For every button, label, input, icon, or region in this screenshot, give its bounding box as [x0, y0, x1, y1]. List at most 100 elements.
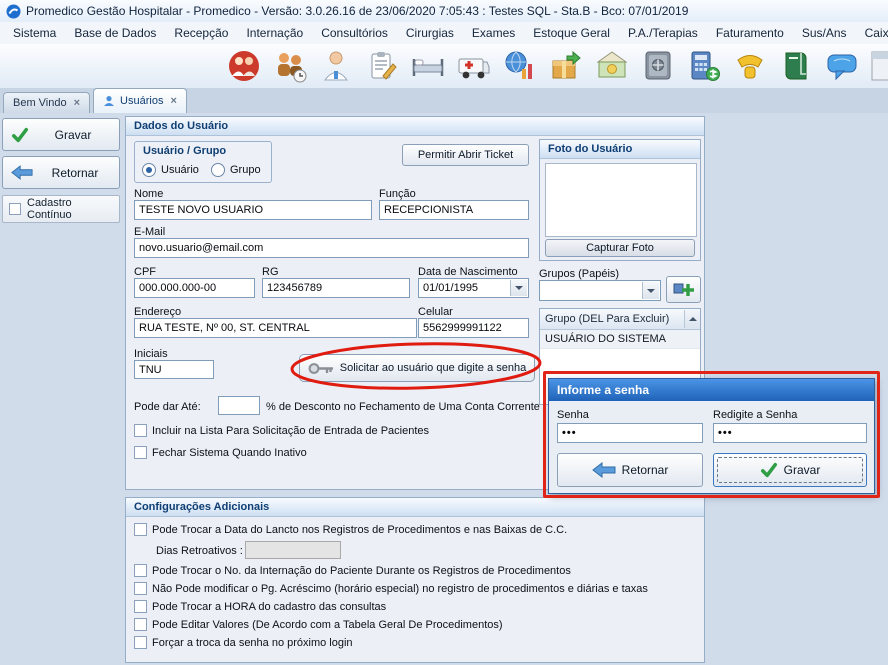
desconto-input[interactable]	[218, 396, 260, 415]
cadastro-continuo-checkbox[interactable]: Cadastro Contínuo	[2, 195, 120, 223]
arrow-left-icon	[592, 462, 616, 478]
menu-item-cirurgias[interactable]: Cirurgias	[397, 23, 463, 43]
email-input[interactable]	[134, 238, 529, 258]
tab-usuarios[interactable]: Usuários ×	[93, 88, 187, 113]
menu-item-faturamento[interactable]: Faturamento	[707, 23, 793, 43]
checkbox-box[interactable]	[134, 636, 147, 649]
ambulance-icon[interactable]	[456, 48, 492, 84]
reception-icon[interactable]	[272, 48, 308, 84]
grupo-del-header[interactable]: Grupo (DEL Para Excluir)	[540, 309, 700, 330]
nome-input[interactable]	[134, 200, 372, 220]
chevron-down-icon[interactable]	[642, 282, 659, 299]
redigite-senha-label: Redigite a Senha	[713, 409, 797, 421]
iniciais-input[interactable]	[134, 360, 214, 379]
stock-package-icon[interactable]	[548, 48, 584, 84]
scroll-up-icon[interactable]	[684, 310, 700, 328]
rg-input[interactable]	[262, 278, 410, 298]
checkbox-nao-modificar-acrescimo[interactable]: Não Pode modificar o Pg. Acréscimo (horá…	[134, 582, 648, 595]
radio-icon[interactable]	[211, 163, 225, 177]
menu-item-sistema[interactable]: Sistema	[4, 23, 65, 43]
safe-icon[interactable]	[640, 48, 676, 84]
chevron-down-icon[interactable]	[510, 280, 527, 296]
dialog-retornar-button[interactable]: Retornar	[557, 453, 703, 487]
funcao-input[interactable]	[379, 200, 529, 220]
cpf-input[interactable]	[134, 278, 255, 298]
menu-item-internacao[interactable]: Internação	[237, 23, 312, 43]
cashier-calculator-icon[interactable]	[686, 48, 722, 84]
permitir-abrir-ticket-button[interactable]: Permitir Abrir Ticket	[402, 144, 529, 166]
radio-usuario[interactable]: Usuário	[142, 163, 199, 177]
senha-input[interactable]	[557, 423, 703, 443]
menu-item-recepcao[interactable]: Recepção	[165, 23, 237, 43]
informe-senha-dialog: Informe a senha Senha Redigite a Senha R…	[548, 378, 875, 494]
endereco-input[interactable]	[134, 318, 417, 338]
medical-staff-icon[interactable]	[318, 48, 354, 84]
checkbox-box[interactable]	[134, 424, 147, 437]
menu-item-pa-terapias[interactable]: P.A./Terapias	[619, 23, 707, 43]
phone-support-icon[interactable]	[732, 48, 768, 84]
tab-bar: Bem Vindo × Usuários ×	[0, 88, 888, 113]
tab-close-icon[interactable]: ×	[74, 97, 80, 109]
checkbox-trocar-hora-consultas[interactable]: Pode Trocar a HORA do cadastro das consu…	[134, 600, 386, 613]
dias-retroativos-input[interactable]	[245, 541, 341, 559]
checkbox-box[interactable]	[134, 582, 147, 595]
checkbox-label: Não Pode modificar o Pg. Acréscimo (horá…	[152, 583, 648, 595]
checkbox-editar-valores[interactable]: Pode Editar Valores (De Acordo com a Tab…	[134, 618, 503, 631]
window-icon[interactable]	[870, 48, 888, 84]
menu-item-estoque-geral[interactable]: Estoque Geral	[524, 23, 619, 43]
records-icon[interactable]	[364, 48, 400, 84]
capturar-foto-button[interactable]: Capturar Foto	[545, 239, 695, 257]
menu-item-sus-ans[interactable]: Sus/Ans	[793, 23, 856, 43]
radio-icon[interactable]	[142, 163, 156, 177]
cpf-label: CPF	[134, 266, 156, 278]
nascimento-combobox[interactable]: 01/01/1995	[418, 278, 529, 298]
checkbox-box[interactable]	[9, 203, 21, 215]
checkbox-box[interactable]	[134, 523, 147, 536]
checkbox-box[interactable]	[134, 446, 147, 459]
menu-item-caixa[interactable]: Caixa	[856, 23, 888, 43]
retornar-button[interactable]: Retornar	[2, 156, 120, 189]
reports-globe-icon[interactable]	[502, 48, 538, 84]
checkbox-box[interactable]	[134, 600, 147, 613]
add-grupo-button[interactable]	[666, 276, 701, 303]
radio-grupo-label: Grupo	[230, 164, 261, 176]
dialog-retornar-label: Retornar	[622, 463, 669, 477]
dialog-gravar-button[interactable]: Gravar	[713, 453, 867, 487]
cadastro-continuo-label: Cadastro Contínuo	[27, 197, 113, 221]
funcao-label: Função	[379, 188, 416, 200]
check-icon	[11, 127, 29, 143]
billing-bank-icon[interactable]	[594, 48, 630, 84]
solicitar-senha-button[interactable]: Solicitar ao usuário que digite a senha	[299, 354, 535, 382]
radio-grupo[interactable]: Grupo	[211, 163, 261, 177]
internment-bed-icon[interactable]	[410, 48, 446, 84]
chat-icon[interactable]	[824, 48, 860, 84]
menu-item-exames[interactable]: Exames	[463, 23, 524, 43]
dialog-gravar-label: Gravar	[784, 463, 821, 477]
checkbox-forcar-troca-senha[interactable]: Forçar a troca da senha no próximo login	[134, 636, 353, 649]
logoff-icon[interactable]	[226, 48, 262, 84]
grupos-papeis-combobox[interactable]	[539, 280, 661, 301]
tab-bem-vindo[interactable]: Bem Vindo ×	[3, 92, 90, 113]
gravar-button[interactable]: Gravar	[2, 118, 120, 151]
grupo-del-header-label: Grupo (DEL Para Excluir)	[545, 313, 669, 325]
redigite-senha-input[interactable]	[713, 423, 867, 443]
checkbox-incluir-lista[interactable]: Incluir na Lista Para Solicitação de Ent…	[134, 424, 429, 437]
tab-close-icon[interactable]: ×	[170, 95, 176, 107]
checkbox-trocar-no-internacao[interactable]: Pode Trocar o No. da Internação do Pacie…	[134, 564, 571, 577]
menu-item-base-de-dados[interactable]: Base de Dados	[65, 23, 165, 43]
grupo-list-item[interactable]: USUÁRIO DO SISTEMA	[540, 330, 700, 349]
ledger-book-icon[interactable]	[778, 48, 814, 84]
checkbox-label: Pode Trocar o No. da Internação do Pacie…	[152, 565, 571, 577]
arrow-left-icon	[11, 165, 33, 180]
checkbox-box[interactable]	[134, 564, 147, 577]
checkbox-fechar-sistema[interactable]: Fechar Sistema Quando Inativo	[134, 446, 307, 459]
title-bar: Promedico Gestão Hospitalar - Promedico …	[0, 0, 888, 23]
usuario-grupo-group: Usuário / Grupo Usuário Grupo	[134, 141, 272, 183]
checkbox-trocar-data-lancto[interactable]: Pode Trocar a Data do Lancto nos Registr…	[134, 523, 567, 536]
checkbox-box[interactable]	[134, 618, 147, 631]
nome-label: Nome	[134, 188, 163, 200]
menu-item-consultorios[interactable]: Consultórios	[312, 23, 397, 43]
celular-input[interactable]	[418, 318, 529, 338]
usuario-grupo-caption: Usuário / Grupo	[143, 145, 226, 157]
add-icon	[673, 281, 695, 299]
